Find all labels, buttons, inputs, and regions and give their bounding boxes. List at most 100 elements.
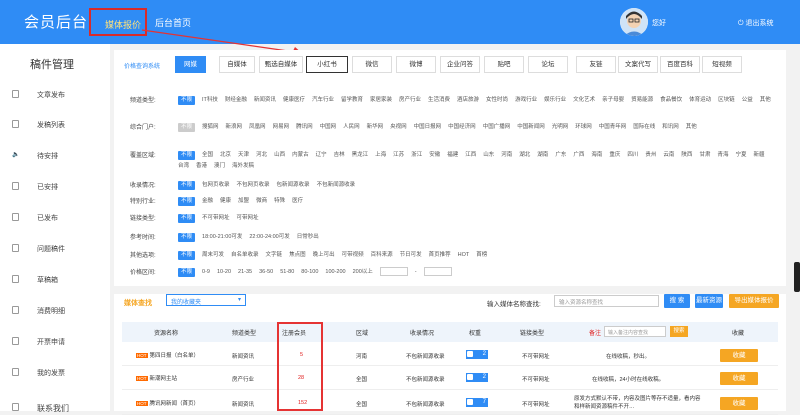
filter-option[interactable]: 江西 <box>465 150 476 161</box>
filter-option-all[interactable]: 不限 <box>178 268 196 278</box>
filter-option[interactable]: 健康医疗 <box>283 95 305 106</box>
filter-option[interactable]: 和讯网 <box>662 122 679 133</box>
filter-option-all[interactable]: 不限 <box>178 96 196 105</box>
filter-option[interactable]: 新闻资讯 <box>254 95 276 106</box>
filter-option[interactable]: 200以上 <box>353 267 373 278</box>
filter-option[interactable]: 特殊 <box>274 196 285 207</box>
filter-option[interactable]: 中国新闻网 <box>517 122 545 133</box>
resource-name[interactable]: HOT 第四日报（白名单） <box>136 351 199 359</box>
sidebar-item-article-publish[interactable]: 文章发布 <box>0 88 110 102</box>
collect-button[interactable]: 收藏 <box>720 397 758 410</box>
tab-copywriting[interactable]: 文案代写 <box>618 56 658 73</box>
filter-option-all[interactable]: 不限 <box>178 123 196 132</box>
filter-option[interactable]: 广西 <box>573 150 584 161</box>
filter-option[interactable]: 国际在线 <box>633 122 655 133</box>
filter-option[interactable]: 北京 <box>220 150 231 161</box>
filter-option[interactable]: 金融 <box>202 196 213 207</box>
filter-option[interactable]: 中国网 <box>320 122 337 133</box>
filter-option[interactable]: 天津 <box>238 150 249 161</box>
filter-option[interactable]: 18:00-21:00可发 <box>202 232 242 243</box>
filter-option[interactable]: 中国青年网 <box>599 122 627 133</box>
filter-option[interactable]: 宁夏 <box>735 150 746 161</box>
filter-option-all[interactable]: 不限 <box>178 151 196 160</box>
filter-option[interactable]: 台湾 <box>178 161 189 172</box>
filter-option[interactable]: 四川 <box>627 150 638 161</box>
filter-option[interactable]: 腾讯网 <box>296 122 313 133</box>
filter-option[interactable]: 香港 <box>196 161 207 172</box>
filter-option[interactable]: 晚上可出 <box>313 250 335 261</box>
filter-option[interactable]: 娱乐行业 <box>544 95 566 106</box>
filter-option[interactable]: 医疗 <box>292 196 303 207</box>
filter-option[interactable]: 云南 <box>663 150 674 161</box>
tab-baike[interactable]: 百度百科 <box>660 56 700 73</box>
filter-option[interactable]: 辽宁 <box>316 150 327 161</box>
sidebar-item-consumption[interactable]: 消费明细 <box>0 304 110 318</box>
filter-option[interactable]: 文化艺术 <box>573 95 595 106</box>
filter-option[interactable]: 重庆 <box>609 150 620 161</box>
filter-option-all[interactable]: 不限 <box>178 214 196 223</box>
filter-option[interactable]: 内蒙古 <box>292 150 309 161</box>
filter-option[interactable]: 贵州 <box>645 150 656 161</box>
tab-self-media[interactable]: 自媒体 <box>219 56 255 73</box>
sidebar-item-drafts[interactable]: 草稿箱 <box>0 273 110 287</box>
filter-option[interactable]: 22:00-24:00可发 <box>249 232 289 243</box>
filter-option[interactable]: 不包网页收录 <box>237 180 270 191</box>
filter-option[interactable]: 山西 <box>274 150 285 161</box>
filter-option[interactable]: 贸易能源 <box>631 95 653 106</box>
filter-option[interactable]: 10-20 <box>217 267 231 278</box>
tab-select-self-media[interactable]: 甄选自媒体 <box>259 56 303 73</box>
tab-weibo[interactable]: 微博 <box>396 56 436 73</box>
filter-option[interactable]: 节日可发 <box>400 250 422 261</box>
filter-option[interactable]: 可带网址 <box>237 213 259 224</box>
filter-option[interactable]: 山东 <box>483 150 494 161</box>
filter-option[interactable]: 房产行业 <box>399 95 421 106</box>
filter-option[interactable]: 福建 <box>447 150 458 161</box>
logout-button[interactable]: ⏻ 退出系统 <box>738 18 773 28</box>
filter-option[interactable]: 51-80 <box>280 267 294 278</box>
filter-option[interactable]: 海南 <box>591 150 602 161</box>
filter-option[interactable]: 中国广播网 <box>483 122 511 133</box>
filter-option[interactable]: 首榜 <box>476 250 487 261</box>
note-search-input[interactable]: 输入备注内容查找 <box>604 326 666 337</box>
filter-option[interactable]: 包网页收录 <box>202 180 230 191</box>
tab-enterprise-qa[interactable]: 企业问答 <box>440 56 480 73</box>
sidebar-item-my-invoices[interactable]: 我的发票 <box>0 366 110 380</box>
filter-option[interactable]: 公益 <box>742 95 753 106</box>
price-min-input[interactable] <box>379 267 408 276</box>
filter-option[interactable]: 文字链 <box>266 250 283 261</box>
filter-option[interactable]: 生活消费 <box>428 95 450 106</box>
tab-short-video[interactable]: 短视频 <box>702 56 742 73</box>
filter-option[interactable]: 80-100 <box>301 267 318 278</box>
filter-option[interactable]: 海外发稿 <box>232 161 254 172</box>
filter-option[interactable]: 青海 <box>717 150 728 161</box>
filter-option[interactable]: 河北 <box>256 150 267 161</box>
new-resource-button[interactable]: 最新资源 <box>695 294 723 308</box>
filter-option[interactable]: 21-35 <box>238 267 252 278</box>
filter-option[interactable]: 广东 <box>555 150 566 161</box>
filter-option[interactable]: 新华网 <box>367 122 384 133</box>
filter-option[interactable]: 中国日报网 <box>414 122 442 133</box>
filter-option[interactable]: 不可带网址 <box>202 213 230 224</box>
resource-name[interactable]: HOT 腾讯网新闻（首页） <box>136 399 199 407</box>
filter-option[interactable]: 微商 <box>256 196 267 207</box>
filter-option[interactable]: 汽车行业 <box>312 95 334 106</box>
filter-option[interactable]: 河南 <box>501 150 512 161</box>
filter-option[interactable]: 周末可发 <box>202 250 224 261</box>
filter-option[interactable]: 中国经济网 <box>448 122 476 133</box>
tab-web-media[interactable]: 网媒 <box>175 56 206 73</box>
filter-option[interactable]: 搜狐网 <box>202 122 219 133</box>
filter-option[interactable]: 体育运动 <box>689 95 711 106</box>
scrollbar[interactable] <box>794 262 800 292</box>
sidebar-item-arranged[interactable]: 已安排 <box>0 180 110 194</box>
filter-option[interactable]: 食品餐饮 <box>660 95 682 106</box>
filter-option[interactable]: 留学教育 <box>341 95 363 106</box>
filter-option[interactable]: 焦点图 <box>289 250 306 261</box>
filter-option[interactable]: 区块链 <box>718 95 735 106</box>
filter-option[interactable]: 健康 <box>220 196 231 207</box>
filter-option[interactable]: 新疆 <box>753 150 764 161</box>
tab-friend-link[interactable]: 友链 <box>576 56 616 73</box>
filter-option[interactable]: 央视网 <box>390 122 407 133</box>
filter-option[interactable]: 湖南 <box>537 150 548 161</box>
filter-option[interactable]: 陕西 <box>681 150 692 161</box>
filter-option[interactable]: 黑龙江 <box>352 150 369 161</box>
